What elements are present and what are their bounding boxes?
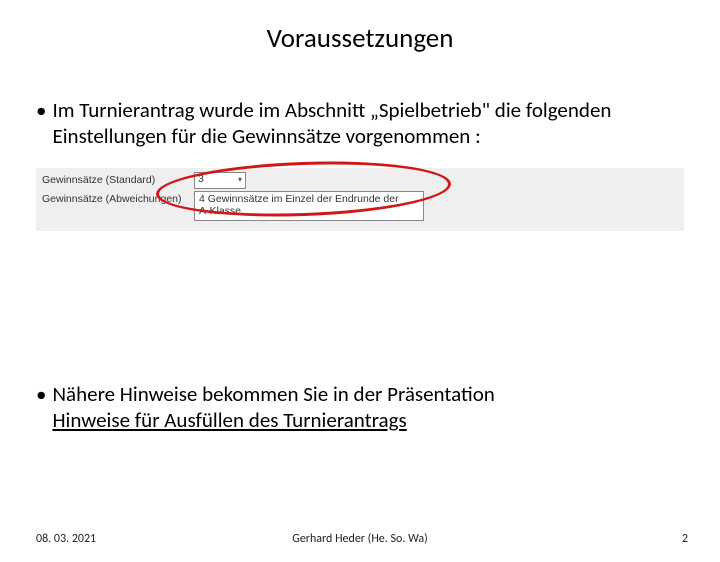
slide-content: • Im Turnierantrag wurde im Abschnitt „S… [0,97,720,433]
slide-footer: 08. 03. 2021 Gerhard Heder (He. So. Wa) … [0,532,720,546]
label-gewinnsaetze-standard: Gewinnsätze (Standard) [42,172,194,188]
slide-title: Voraussetzungen [0,22,720,55]
bullet-2: • Nähere Hinweise bekommen Sie in der Pr… [36,381,684,434]
chevron-down-icon: ▾ [238,175,242,185]
bullet-2-pre: Nähere Hinweise bekommen Sie in der Präs… [52,381,494,407]
footer-date: 08. 03. 2021 [36,532,96,546]
bullet-2-text: Nähere Hinweise bekommen Sie in der Präs… [52,381,684,434]
footer-page-number: 2 [682,532,688,546]
form-row-standard: Gewinnsätze (Standard) 3 ▾ [42,172,678,189]
textarea-gewinnsaetze-abweichungen[interactable]: 4 Gewinnsätze im Einzel der Endrunde der… [194,191,424,221]
bullet-dot: • [36,97,46,123]
footer-author: Gerhard Heder (He. So. Wa) [292,532,428,546]
embedded-screenshot: Gewinnsätze (Standard) 3 ▾ Gewinnsätze (… [36,168,684,231]
bullet-dot: • [36,381,46,407]
select-gewinnsaetze-standard[interactable]: 3 ▾ [194,172,246,189]
bullet-1: • Im Turnierantrag wurde im Abschnitt „S… [36,97,684,150]
hint-link[interactable]: Hinweise für Ausfüllen des Turnierantrag… [52,407,406,433]
textarea-line-1: 4 Gewinnsätze im Einzel der Endrunde der [199,193,419,205]
label-gewinnsaetze-abweichungen: Gewinnsätze (Abweichungen) [42,191,194,207]
select-value: 3 [198,173,204,187]
bullet-1-text: Im Turnierantrag wurde im Abschnitt „Spi… [52,97,684,150]
form-row-abweichungen: Gewinnsätze (Abweichungen) 4 Gewinnsätze… [42,191,678,221]
textarea-line-2: A-Klasse. [199,205,419,217]
form-area: Gewinnsätze (Standard) 3 ▾ Gewinnsätze (… [36,168,684,231]
